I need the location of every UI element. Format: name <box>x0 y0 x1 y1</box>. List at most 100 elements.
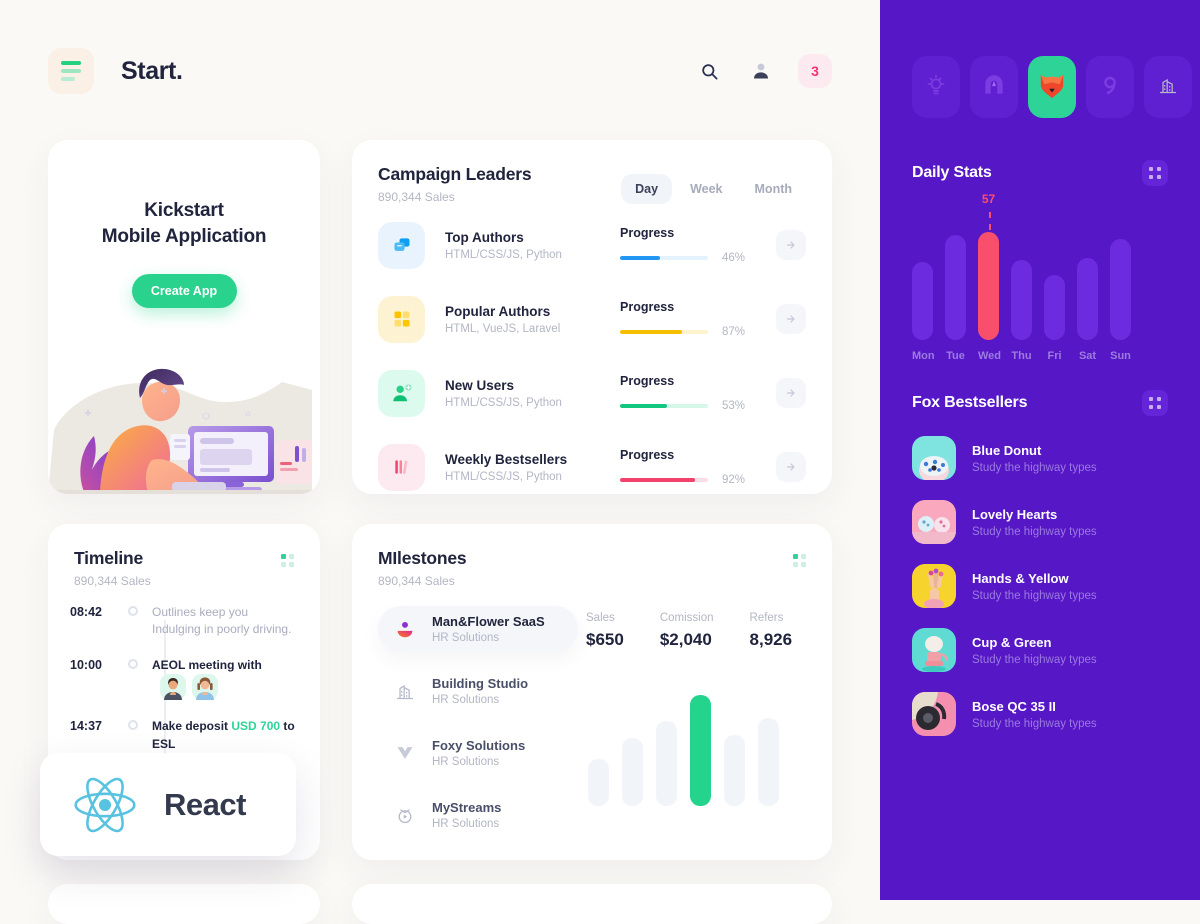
notification-badge[interactable]: 3 <box>798 54 832 88</box>
milestone-item[interactable]: Foxy Solutions HR Solutions <box>378 730 578 776</box>
campaign-row-list: Top Authors HTML/CSS/JS, Python Progress 46… <box>352 212 832 500</box>
chevron-right-icon[interactable] <box>776 378 806 408</box>
milestone-sub: HR Solutions <box>432 694 500 706</box>
tab-week[interactable]: Week <box>676 174 736 204</box>
daily-stats-day-label: Tue <box>946 350 965 362</box>
chevron-right-icon[interactable] <box>776 304 806 334</box>
arch-gate-icon <box>981 72 1007 103</box>
bestseller-name: Lovely Hearts <box>972 506 1058 522</box>
react-floating-card[interactable]: React <box>40 753 296 856</box>
create-app-button[interactable]: Create App <box>131 274 237 309</box>
bestsellers-header: Fox Bestsellers <box>880 390 1200 416</box>
daily-stats-day-label: Mon <box>912 350 935 362</box>
lovely-hearts-photo <box>912 500 956 544</box>
app-tile-arch-gate[interactable] <box>970 56 1018 118</box>
campaign-row-name: New Users <box>445 377 515 393</box>
search-icon[interactable] <box>694 56 724 86</box>
milestone-item[interactable]: Building Studio HR Solutions <box>378 668 578 714</box>
milestone-name: Man&Flower SaaS <box>432 614 545 629</box>
milestone-stat-label: Comission <box>659 612 714 624</box>
timeline-avatars <box>160 674 218 701</box>
kickstart-title-line2: Mobile Application <box>101 226 267 248</box>
progress-bar <box>620 330 708 334</box>
books-icon <box>378 443 425 491</box>
daily-stats-day-label: Sat <box>1078 350 1097 362</box>
chat-bubbles-icon <box>378 221 425 269</box>
add-user-icon <box>378 369 425 417</box>
kickstart-card: Kickstart Mobile Application Create App <box>48 140 320 494</box>
campaign-row-tags: HTML, VueJS, Laravel <box>445 322 561 335</box>
timeline-dot <box>128 658 138 669</box>
daily-stats-bar: 57 <box>978 192 999 340</box>
blue-donut-photo <box>912 436 956 480</box>
timeline-item[interactable]: 10:00 AEOL meeting with <box>70 657 298 701</box>
fox-icon <box>1037 70 1067 105</box>
chevron-right-icon[interactable] <box>776 452 806 482</box>
grid-dots-icon[interactable] <box>793 554 806 567</box>
progress-percent: 92% <box>722 474 746 486</box>
react-atom-icon <box>74 777 136 832</box>
timeline-dot <box>128 720 138 731</box>
timeline-item-text: Make deposit USD 700 to ESL <box>152 719 295 751</box>
campaign-row[interactable]: Top Authors HTML/CSS/JS, Python Progress 46… <box>352 212 832 278</box>
milestone-stat-label: Refers <box>749 612 784 624</box>
daily-stats-day-label: Fri <box>1047 350 1062 362</box>
progress-label: Progress <box>620 448 675 462</box>
milestones-subtitle: 890,344 Sales <box>378 574 455 588</box>
daily-stats-bar <box>945 235 966 340</box>
progress-bar <box>620 404 708 408</box>
main-content: Start. 3 Kickstart Mobile Application Cr… <box>0 0 880 924</box>
user-avatar-icon[interactable] <box>746 56 776 86</box>
right-sidebar: Daily Stats 57 Mon Tue Wed Thu Fri Sat Sun Fox… <box>880 0 1200 900</box>
app-tile-spiral-nine[interactable] <box>1086 56 1134 118</box>
hamburger-lines-icon[interactable] <box>48 48 94 94</box>
bestseller-item[interactable]: Cup & Green Study the highway types <box>912 628 1168 672</box>
campaign-period-tabs: Day Week Month <box>621 174 806 204</box>
campaign-leaders-card: Campaign Leaders 890,344 Sales Day Week … <box>352 140 832 494</box>
bestseller-item[interactable]: Bose QC 35 II Study the highway types <box>912 692 1168 736</box>
campaign-row[interactable]: Weekly Bestsellers HTML/CSS/JS, Python Pro… <box>352 434 832 500</box>
chevron-right-icon[interactable] <box>776 230 806 260</box>
grid-dots-icon[interactable] <box>1142 390 1168 416</box>
building-icon <box>1158 74 1178 101</box>
milestones-card: MIlestones 890,344 Sales Man&Flower SaaS… <box>352 524 832 860</box>
timeline-item-time: 14:37 <box>70 719 102 734</box>
bestseller-item[interactable]: Hands & Yellow Study the highway types <box>912 564 1168 608</box>
bestseller-item[interactable]: Blue Donut Study the highway types <box>912 436 1168 480</box>
grid-dots-icon[interactable] <box>281 554 294 567</box>
daily-stats-value: 57 <box>981 191 996 206</box>
milestone-chart-bar <box>622 738 643 806</box>
app-tile-building[interactable] <box>1144 56 1192 118</box>
campaign-row-tags: HTML/CSS/JS, Python <box>445 396 562 409</box>
campaign-row[interactable]: Popular Authors HTML, VueJS, Laravel Progr… <box>352 286 832 352</box>
flower-logo-icon <box>392 618 418 640</box>
timeline-item[interactable]: 08:42 Outlines keep you Indulging in poor… <box>70 604 298 639</box>
app-tile-lightbulb[interactable] <box>912 56 960 118</box>
campaign-row[interactable]: New Users HTML/CSS/JS, Python Progress 53% <box>352 360 832 426</box>
bestseller-item[interactable]: Lovely Hearts Study the highway types <box>912 500 1168 544</box>
fox-chevron-icon <box>392 743 418 763</box>
daily-stats-header: Daily Stats <box>880 160 1200 186</box>
kickstart-title: Kickstart Mobile Application <box>48 198 320 250</box>
timeline-item-time: 08:42 <box>70 605 102 619</box>
tab-day[interactable]: Day <box>621 174 673 204</box>
bestseller-sub: Study the highway types <box>972 461 1097 474</box>
grid-dots-icon[interactable] <box>1142 160 1168 186</box>
timeline-subtitle: 890,344 Sales <box>74 574 151 588</box>
bestsellers-list: Blue Donut Study the highway types Lovely … <box>912 436 1168 736</box>
header-actions: 3 <box>694 54 832 88</box>
milestone-stat: Comission $2,040 <box>660 612 714 650</box>
react-label: React <box>164 786 246 822</box>
campaign-title: Campaign Leaders <box>378 164 532 184</box>
timeline-dot <box>128 606 138 616</box>
milestones-list: Man&Flower SaaS HR Solutions Building Stud… <box>378 606 578 854</box>
milestone-item[interactable]: Man&Flower SaaS HR Solutions <box>378 606 578 652</box>
milestone-item[interactable]: MyStreams HR Solutions <box>378 792 578 838</box>
daily-stats-bar <box>1110 239 1131 340</box>
tab-month[interactable]: Month <box>741 174 806 204</box>
page-title: Start. <box>121 56 183 85</box>
timeline-item[interactable]: 14:37 Make deposit USD 700 to ESL <box>70 718 298 753</box>
kickstart-title-line1: Kickstart <box>144 200 224 221</box>
app-tile-fox[interactable] <box>1028 56 1076 118</box>
milestone-stat: Refers 8,926 <box>750 612 793 650</box>
